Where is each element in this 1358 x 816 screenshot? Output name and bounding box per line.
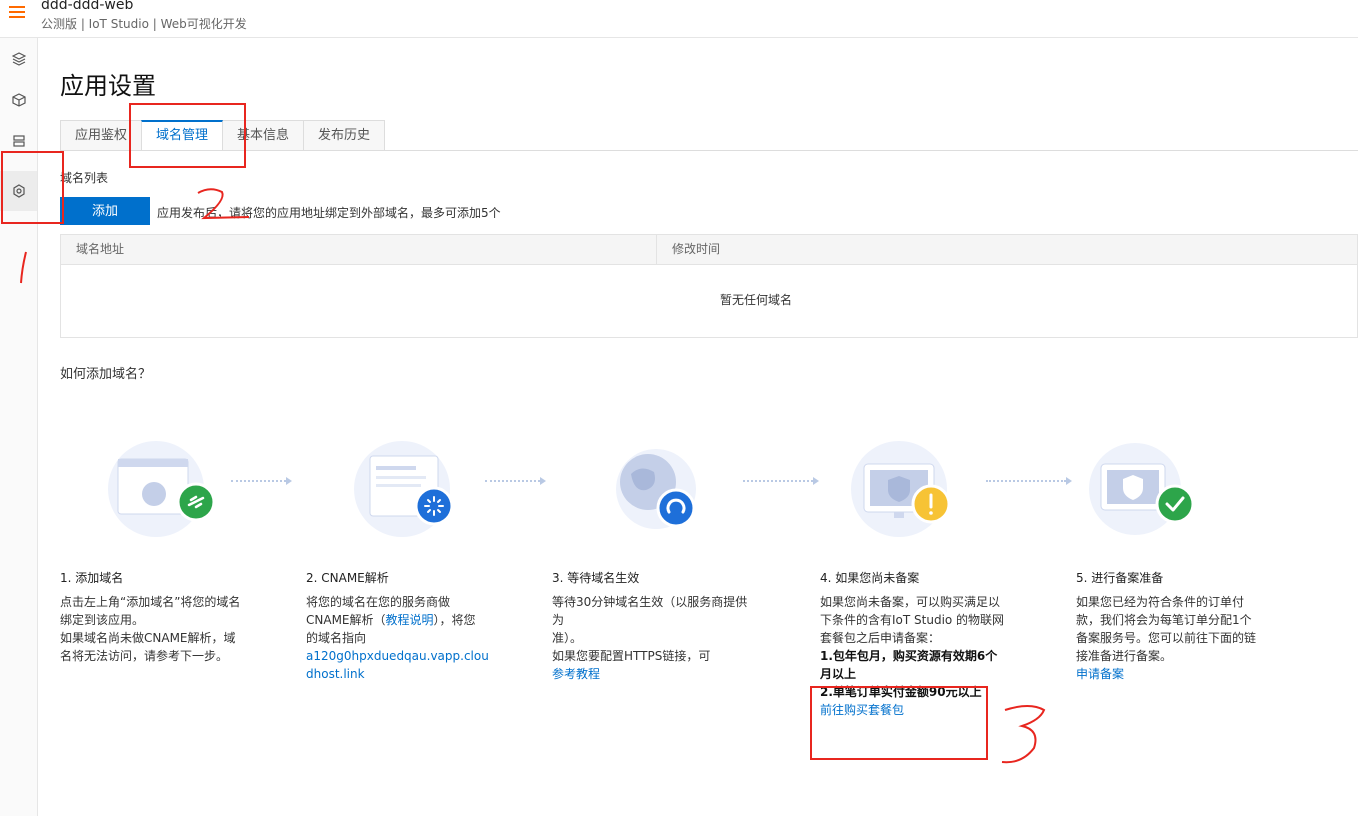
annotation-marks: [20, 188, 1046, 764]
annotation-mark-3: [1001, 705, 1046, 764]
annotation-mark-1: [20, 251, 27, 284]
annotation-mark-2: [197, 188, 250, 220]
